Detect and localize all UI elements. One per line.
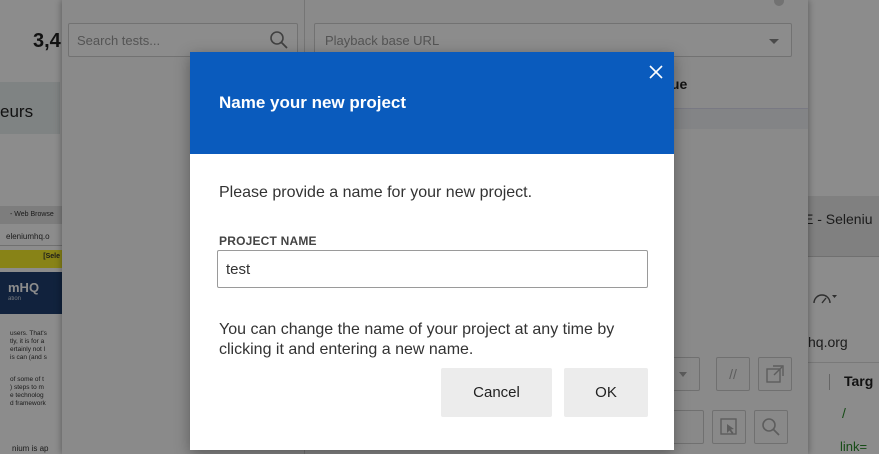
- dialog-description: Please provide a name for your new proje…: [219, 184, 533, 201]
- close-icon[interactable]: [645, 61, 667, 83]
- dialog-header: Name your new project: [190, 52, 674, 154]
- project-name-input[interactable]: [217, 250, 648, 288]
- dialog-note: You can change the name of your project …: [219, 321, 615, 358]
- cancel-button[interactable]: Cancel: [441, 368, 552, 417]
- project-name-label: PROJECT NAME: [219, 234, 317, 248]
- ok-button[interactable]: OK: [564, 368, 648, 417]
- new-project-dialog: Name your new project Please provide a n…: [190, 52, 674, 450]
- dialog-title: Name your new project: [219, 93, 407, 112]
